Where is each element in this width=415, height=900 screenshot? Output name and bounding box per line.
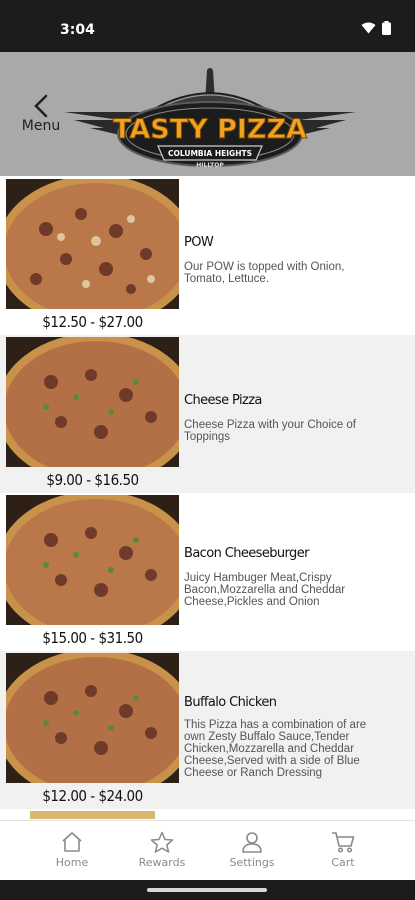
tab-label: Cart <box>331 856 355 869</box>
item-name: Cheese Pizza <box>184 393 262 408</box>
item-description: Cheese Pizza with your Choice of Topping… <box>184 419 356 443</box>
item-price: $9.00 - $16.50 <box>46 471 139 489</box>
item-description: Our POW is topped with Onion, Tomato, Le… <box>184 261 345 285</box>
item-description: Juicy Hambuger Meat,Crispy Bacon,Mozzare… <box>184 572 346 608</box>
pizza-photo <box>6 179 179 309</box>
pizza-photo <box>6 337 179 467</box>
pizza-photo <box>6 495 179 625</box>
item-name: POW <box>184 235 214 250</box>
chevron-left-icon <box>34 94 48 118</box>
status-bar: 3:04 <box>0 0 415 52</box>
tasty-pizza-logo: TASTY PIZZA COLUMBIA HEIGHTS HILLTOP <box>64 68 356 169</box>
pizza-photo <box>6 653 179 783</box>
tab-cart[interactable]: Cart <box>298 821 388 881</box>
back-button[interactable]: Menu <box>16 94 66 138</box>
item-name: Bacon Cheeseburger <box>184 546 309 561</box>
back-label: Menu <box>21 118 61 134</box>
tab-bar: Home Rewards Settings Cart <box>0 820 415 880</box>
battery-icon <box>382 21 391 35</box>
tab-rewards[interactable]: Rewards <box>117 821 207 881</box>
logo-brand-text: TASTY PIZZA <box>113 114 307 145</box>
status-icons <box>361 21 391 35</box>
menu-item-pow[interactable]: $12.50 - $27.00 POW Our POW is topped wi… <box>0 177 415 335</box>
star-icon <box>150 831 174 853</box>
tab-label: Home <box>55 856 89 869</box>
tab-label: Settings <box>229 856 275 869</box>
logo-line2-text: HILLTOP <box>196 162 224 169</box>
item-price: $12.50 - $27.00 <box>42 313 143 331</box>
menu-item-bacon-cheeseburger[interactable]: $15.00 - $31.50 Bacon Cheeseburger Juicy… <box>0 493 415 651</box>
cart-icon <box>332 832 355 853</box>
home-gesture-handle[interactable] <box>147 888 267 892</box>
menu-item-cheese-pizza[interactable]: $9.00 - $16.50 Cheese Pizza Cheese Pizza… <box>0 335 415 493</box>
person-icon <box>242 832 262 853</box>
tab-settings[interactable]: Settings <box>207 821 297 881</box>
item-price: $15.00 - $31.50 <box>42 629 143 647</box>
item-name: Buffalo Chicken <box>184 695 277 710</box>
item-description: This Pizza has a combination of are own … <box>184 719 367 779</box>
item-price: $12.00 - $24.00 <box>42 787 143 805</box>
tab-home[interactable]: Home <box>27 821 117 881</box>
wifi-icon <box>361 22 376 34</box>
menu-item-buffalo-chicken[interactable]: $12.00 - $24.00 Buffalo Chicken This Piz… <box>0 651 415 809</box>
status-time: 3:04 <box>60 22 95 38</box>
system-nav-bar <box>0 880 415 900</box>
pizza-photo-partial <box>30 811 155 819</box>
logo-line1-text: COLUMBIA HEIGHTS <box>168 149 252 158</box>
header: Menu TASTY PIZZA COLUMBIA HEIGHTS HILLTO… <box>0 52 415 176</box>
home-icon <box>62 832 82 852</box>
tab-label: Rewards <box>138 856 186 869</box>
menu-list: $12.50 - $27.00 POW Our POW is topped wi… <box>0 177 415 819</box>
